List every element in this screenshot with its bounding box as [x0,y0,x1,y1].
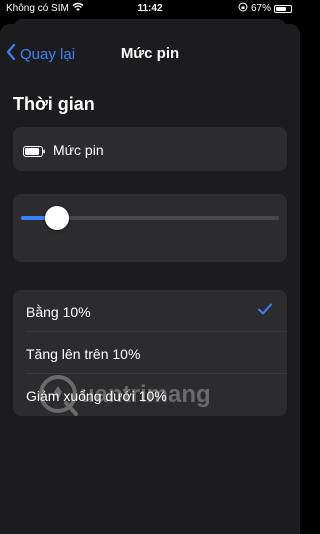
option-label: Bằng 10% [26,304,91,320]
orientation-lock-icon [238,2,248,15]
status-bar: Không có SIM 11:42 67% [0,0,300,18]
option-below[interactable]: Giảm xuống dưới 10% [13,374,287,416]
option-label: Tăng lên trên 10% [26,346,141,362]
battery-level-row[interactable]: Mức pin [13,127,287,171]
slider-thumb[interactable] [45,206,70,230]
battery-icon [23,144,45,162]
option-label: Giảm xuống dưới 10% [26,388,167,404]
section-title: Thời gian [13,94,95,114]
settings-sheet: Quay lại Mức pin Thời gian Mức pin Bằng … [0,24,300,534]
slider-track[interactable] [21,206,279,230]
battery-level-slider-card [13,194,287,262]
page-title: Mức pin [120,45,180,62]
battery-icon [274,4,292,13]
option-equal[interactable]: Bằng 10% [13,290,287,332]
checkmark-icon [257,301,273,322]
option-above[interactable]: Tăng lên trên 10% [13,332,287,374]
battery-level-label: Mức pin [53,142,104,158]
condition-options: Bằng 10% Tăng lên trên 10% Giảm xuống dư… [13,290,287,416]
battery-percent: 67% [250,3,271,14]
navigation-bar: Quay lại Mức pin [0,24,300,84]
